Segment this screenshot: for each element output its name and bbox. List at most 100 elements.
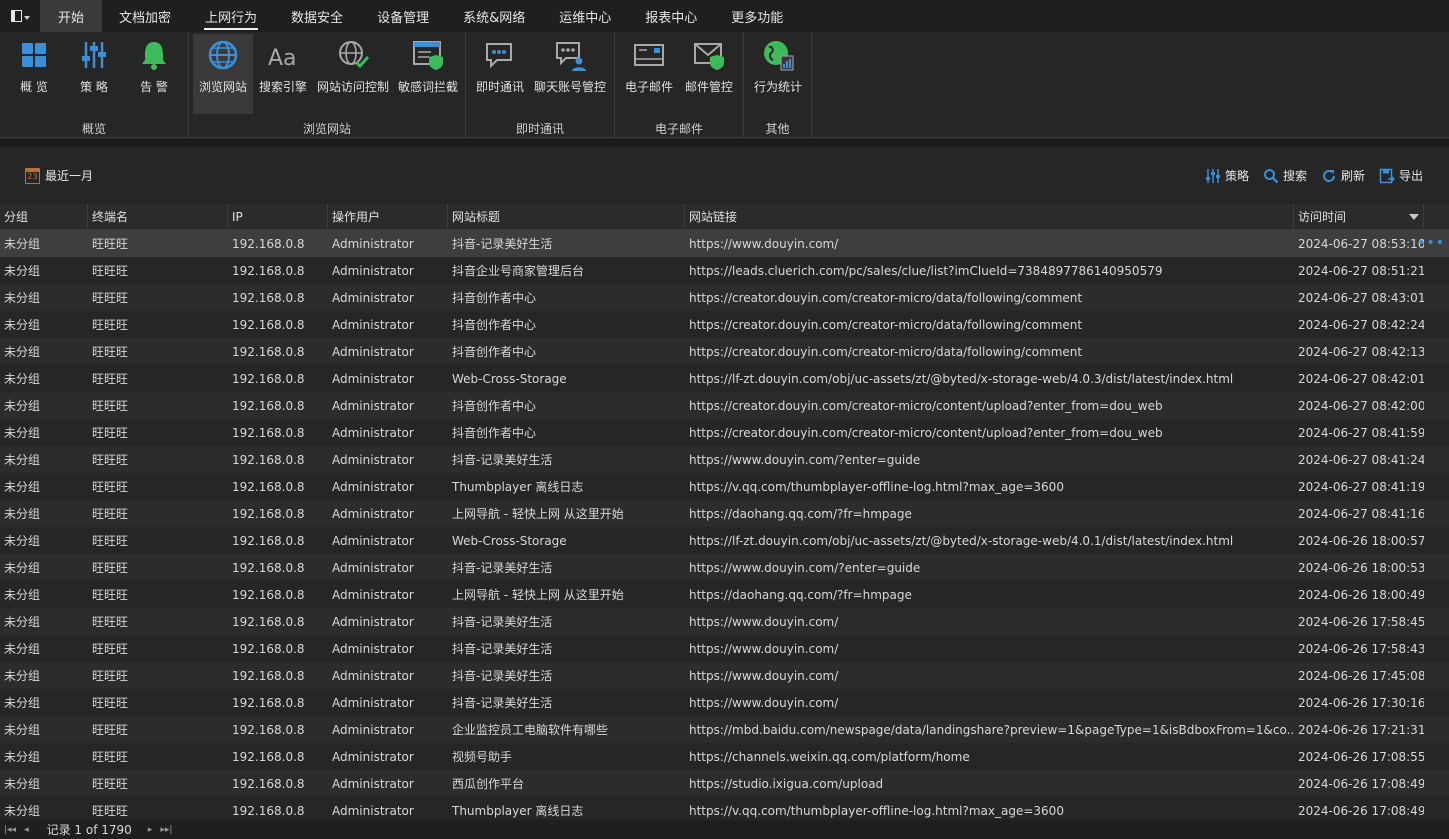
column-header-title[interactable]: 网站标题 <box>448 204 685 229</box>
visit-time-cell: 2024-06-27 08:42:01 <box>1298 371 1424 386</box>
behavior-stats-button[interactable]: 行为统计 <box>750 34 806 114</box>
overview-label: 概 览 <box>20 80 48 94</box>
globe-icon <box>208 40 238 70</box>
table-row[interactable]: 未分组 旺旺旺 192.168.0.8 Administrator 上网导航 - 轻快上… <box>0 500 1449 527</box>
url-cell: https://daohang.qq.com/?fr=hmpage <box>689 587 912 602</box>
column-header-group[interactable]: 分组 <box>0 204 88 229</box>
table-row[interactable]: 未分组 旺旺旺 192.168.0.8 Administrator 企业监控员工电脑软件… <box>0 716 1449 743</box>
menu-tab[interactable]: 报表中心 <box>628 0 714 32</box>
table-row[interactable]: 未分组 旺旺旺 192.168.0.8 Administrator 抖音-记录美好生活 h… <box>0 554 1449 581</box>
group-cell: 未分组 <box>4 777 41 791</box>
app-menu-button[interactable] <box>0 0 40 32</box>
browse-website-button[interactable]: 浏览网站 <box>193 34 253 114</box>
menu-tab[interactable]: 文档加密 <box>102 0 188 32</box>
row-more-icon[interactable]: ••• <box>1417 236 1445 250</box>
user-cell: Administrator <box>332 695 414 710</box>
user-cell: Administrator <box>332 317 414 332</box>
group-cell: 未分组 <box>4 696 41 710</box>
menu-tab[interactable]: 运维中心 <box>542 0 628 32</box>
ribbon-group-overview: 概 览 策 略 告 警 概览 <box>0 32 189 138</box>
record-counter: 记录 1 of 1790 <box>46 823 132 837</box>
visit-time-cell: 2024-06-26 17:58:43 <box>1298 641 1424 656</box>
search-engine-button[interactable]: Aa 搜索引擎 <box>255 34 311 114</box>
last-page-icon[interactable]: ▸▸| <box>160 825 172 835</box>
table-body: 未分组 旺旺旺 192.168.0.8 Administrator 抖音-记录美好生活 h… <box>0 230 1449 820</box>
title-cell: Web-Cross-Storage <box>452 371 567 386</box>
table-row[interactable]: 未分组 旺旺旺 192.168.0.8 Administrator 抖音-记录美好生活 h… <box>0 635 1449 662</box>
search-tool-button[interactable]: 搜索 <box>1263 167 1307 184</box>
terminal-cell: 旺旺旺 <box>92 615 129 629</box>
website-access-control-button[interactable]: 网站访问控制 <box>315 34 391 114</box>
terminal-cell: 旺旺旺 <box>92 480 129 494</box>
column-header-url[interactable]: 网站链接 <box>685 204 1294 229</box>
ip-cell: 192.168.0.8 <box>232 236 305 251</box>
url-cell: https://creator.douyin.com/creator-micro… <box>689 425 1163 440</box>
group-cell: 未分组 <box>4 534 41 548</box>
menu-tab[interactable]: 系统&网络 <box>446 0 542 32</box>
email-button[interactable]: 电子邮件 <box>621 34 677 114</box>
ip-cell: 192.168.0.8 <box>232 398 305 413</box>
chat-account-control-button[interactable]: 聊天账号管控 <box>532 34 608 114</box>
refresh-tool-button[interactable]: 刷新 <box>1321 167 1365 184</box>
table-row[interactable]: 未分组 旺旺旺 192.168.0.8 Administrator Web-Cross-… <box>0 365 1449 392</box>
table-row[interactable]: 未分组 旺旺旺 192.168.0.8 Administrator 抖音创作者中心 htt… <box>0 311 1449 338</box>
table-row[interactable]: 未分组 旺旺旺 192.168.0.8 Administrator 抖音-记录美好生活 h… <box>0 662 1449 689</box>
table-row[interactable]: 未分组 旺旺旺 192.168.0.8 Administrator 西瓜创作平台 http… <box>0 770 1449 797</box>
terminal-cell: 旺旺旺 <box>92 426 129 440</box>
group-cell: 未分组 <box>4 507 41 521</box>
table-row[interactable]: 未分组 旺旺旺 192.168.0.8 Administrator 抖音创作者中心 htt… <box>0 419 1449 446</box>
policy-button[interactable]: 策 略 <box>74 34 114 114</box>
table-row[interactable]: 未分组 旺旺旺 192.168.0.8 Administrator 抖音创作者中心 htt… <box>0 392 1449 419</box>
menu-tab[interactable]: 数据安全 <box>274 0 360 32</box>
visit-time-cell: 2024-06-26 17:08:49 <box>1298 776 1424 791</box>
table-row[interactable]: 未分组 旺旺旺 192.168.0.8 Administrator 抖音创作者中心 htt… <box>0 338 1449 365</box>
table-row[interactable]: 未分组 旺旺旺 192.168.0.8 Administrator 抖音创作者中心 htt… <box>0 284 1449 311</box>
menu-tab[interactable]: 开始 <box>40 0 103 32</box>
user-cell: Administrator <box>332 560 414 575</box>
table-row[interactable]: 未分组 旺旺旺 192.168.0.8 Administrator 抖音-记录美好生活 h… <box>0 689 1449 716</box>
ip-cell: 192.168.0.8 <box>232 506 305 521</box>
menu-tab[interactable]: 设备管理 <box>360 0 446 32</box>
group-cell: 未分组 <box>4 318 41 332</box>
ip-cell: 192.168.0.8 <box>232 290 305 305</box>
chat-bubble-icon <box>486 43 512 69</box>
instant-messaging-button[interactable]: 即时通讯 <box>474 34 526 114</box>
column-header-terminal[interactable]: 终端名 <box>88 204 228 229</box>
first-page-icon[interactable]: |◂◂ <box>4 825 16 835</box>
export-tool-button[interactable]: 导出 <box>1379 167 1423 184</box>
next-page-icon[interactable]: ▸ <box>148 825 153 835</box>
alarm-button[interactable]: 告 警 <box>134 34 174 114</box>
date-range-filter[interactable]: 23 最近一月 <box>25 167 93 184</box>
table-row[interactable]: 未分组 旺旺旺 192.168.0.8 Administrator 抖音-记录美好生活 h… <box>0 446 1449 473</box>
visit-time-cell: 2024-06-27 08:41:19 <box>1298 479 1424 494</box>
user-cell: Administrator <box>332 776 414 791</box>
table-row[interactable]: 未分组 旺旺旺 192.168.0.8 Administrator Web-Cross-… <box>0 527 1449 554</box>
table-row[interactable]: 未分组 旺旺旺 192.168.0.8 Administrator Thumbplaye… <box>0 473 1449 500</box>
table-row[interactable]: 未分组 旺旺旺 192.168.0.8 Administrator 上网导航 - 轻快上… <box>0 581 1449 608</box>
ip-cell: 192.168.0.8 <box>232 344 305 359</box>
user-cell: Administrator <box>332 344 414 359</box>
table-row[interactable]: 未分组 旺旺旺 192.168.0.8 Administrator Thumbplaye… <box>0 797 1449 820</box>
column-header-visit-time[interactable]: 访问时间 <box>1294 204 1424 229</box>
visit-time-cell: 2024-06-26 17:30:16 <box>1298 695 1424 710</box>
ribbon-group-label: 浏览网站 <box>302 122 351 136</box>
menu-tab[interactable]: 更多功能 <box>714 0 800 32</box>
ribbon-group-label: 电子邮件 <box>654 122 703 136</box>
ip-cell: 192.168.0.8 <box>232 371 305 386</box>
table-row[interactable]: 未分组 旺旺旺 192.168.0.8 Administrator 抖音-记录美好生活 h… <box>0 230 1449 257</box>
overview-button[interactable]: 概 览 <box>14 34 54 114</box>
sensitive-word-block-button[interactable]: 敏感词拦截 <box>395 34 461 114</box>
table-row[interactable]: 未分组 旺旺旺 192.168.0.8 Administrator 视频号助手 https… <box>0 743 1449 770</box>
column-header-user[interactable]: 操作用户 <box>328 204 448 229</box>
visit-time-cell: 2024-06-27 08:41:59 <box>1298 425 1424 440</box>
prev-page-icon[interactable]: ◂ <box>24 825 29 835</box>
policy-tool-button[interactable]: 策略 <box>1205 167 1249 184</box>
table-row[interactable]: 未分组 旺旺旺 192.168.0.8 Administrator 抖音企业号商家管理后… <box>0 257 1449 284</box>
column-header-ip[interactable]: IP <box>228 204 328 229</box>
title-cell: 抖音-记录美好生活 <box>452 453 553 467</box>
visit-time-cell: 2024-06-27 08:42:13 <box>1298 344 1424 359</box>
email-control-button[interactable]: 邮件管控 <box>681 34 737 114</box>
table-row[interactable]: 未分组 旺旺旺 192.168.0.8 Administrator 抖音-记录美好生活 h… <box>0 608 1449 635</box>
menu-tab[interactable]: 上网行为 <box>188 0 274 32</box>
terminal-cell: 旺旺旺 <box>92 507 129 521</box>
